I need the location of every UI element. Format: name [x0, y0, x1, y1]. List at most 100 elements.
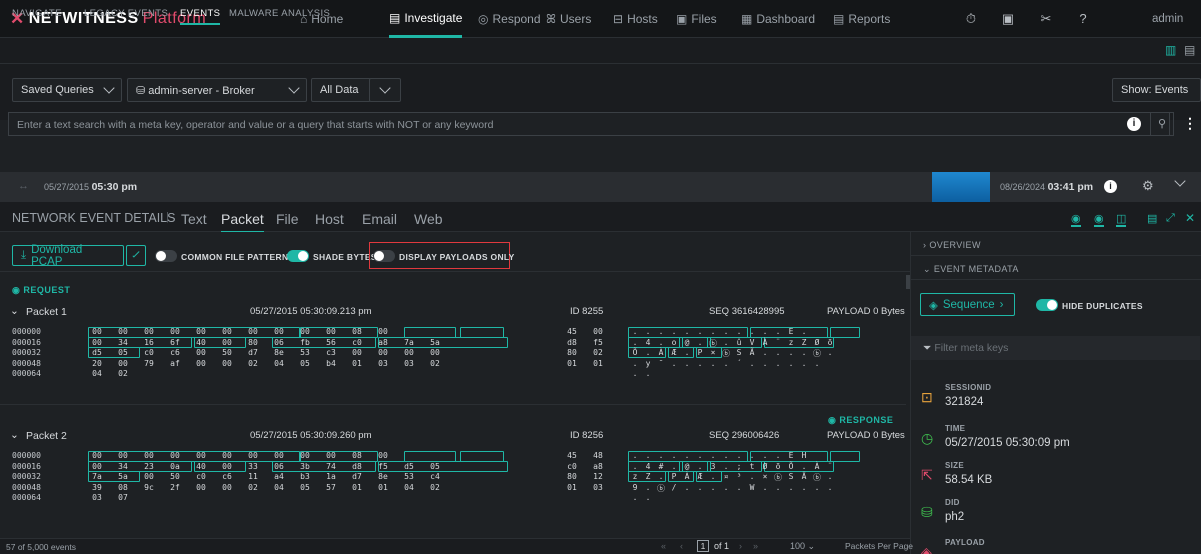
nav-reports[interactable]: ▤ Reports	[833, 0, 890, 38]
ascii-char[interactable]: .	[721, 451, 731, 460]
hex-byte[interactable]: 39	[90, 483, 104, 492]
ascii-char[interactable]: .	[708, 483, 718, 492]
hex-byte[interactable]: 01	[376, 483, 390, 492]
hex-byte[interactable]: 48	[591, 451, 605, 460]
hex-byte[interactable]: 00	[220, 483, 234, 492]
ascii-char[interactable]: .	[799, 348, 809, 357]
ascii-char[interactable]: 4	[643, 338, 653, 347]
hex-byte[interactable]: b4	[324, 359, 338, 368]
hex-byte[interactable]: b3	[298, 472, 312, 481]
settings-gear-icon[interactable]: ⚙	[1142, 178, 1154, 194]
hex-byte[interactable]: 56	[324, 338, 338, 347]
ascii-char[interactable]: ³	[734, 472, 744, 481]
user-menu[interactable]: admin	[1152, 13, 1183, 25]
ascii-char[interactable]: Õ	[630, 348, 640, 357]
hex-byte[interactable]: 02	[428, 359, 442, 368]
ascii-char[interactable]: .	[799, 483, 809, 492]
meta-value[interactable]: 05/27/2015 05:30:09 pm	[945, 437, 1070, 449]
ascii-char[interactable]: ¤	[721, 472, 731, 481]
hex-byte[interactable]: 00	[116, 451, 130, 460]
service-dropdown[interactable]: ⛁ admin-server - Broker	[127, 78, 307, 102]
ascii-char[interactable]: ⓑ	[773, 472, 783, 483]
ascii-char[interactable]: .	[786, 348, 796, 357]
hex-byte[interactable]: af	[168, 359, 182, 368]
subnav-malware-analysis[interactable]: MALWARE ANALYSIS	[229, 8, 330, 19]
next-page-icon[interactable]: ›	[739, 541, 742, 551]
ascii-char[interactable]: .	[721, 483, 731, 492]
hex-byte[interactable]: 03	[591, 483, 605, 492]
nav-hosts[interactable]: ⊟ Hosts	[613, 0, 658, 38]
ascii-char[interactable]: .	[786, 359, 796, 368]
ascii-char[interactable]: Z	[799, 338, 809, 347]
shade-bytes-toggle[interactable]	[287, 250, 309, 262]
display-payloads-only-toggle[interactable]	[373, 250, 395, 262]
hex-byte[interactable]: 2f	[168, 483, 182, 492]
query-search-input[interactable]: Enter a text search with a meta key, ope…	[8, 112, 1170, 136]
hex-byte[interactable]: 5a	[116, 472, 130, 481]
ascii-char[interactable]: ×	[760, 472, 770, 481]
hex-byte[interactable]: d8	[565, 338, 579, 347]
hex-byte[interactable]: 00	[376, 451, 390, 460]
hex-byte[interactable]: 04	[272, 483, 286, 492]
hex-byte[interactable]: c6	[220, 472, 234, 481]
ascii-char[interactable]: û	[734, 338, 744, 347]
time-range-toggle[interactable]	[369, 78, 401, 102]
ascii-char[interactable]: .	[812, 483, 822, 492]
hex-byte[interactable]: 57	[324, 483, 338, 492]
ascii-char[interactable]: .	[630, 369, 640, 378]
hex-byte[interactable]: 00	[272, 451, 286, 460]
hex-byte[interactable]: 00	[220, 327, 234, 336]
hex-byte[interactable]: 00	[298, 327, 312, 336]
first-page-icon[interactable]: «	[661, 541, 666, 551]
ascii-char[interactable]: .	[773, 348, 783, 357]
tab-host[interactable]: Host	[315, 211, 344, 227]
hex-byte[interactable]: a8	[591, 462, 605, 471]
nav-users[interactable]: ꕤ Users	[546, 0, 591, 38]
download-options-dropdown[interactable]	[126, 245, 146, 266]
hex-byte[interactable]: 07	[116, 493, 130, 502]
hex-byte[interactable]: c0	[142, 348, 156, 357]
ascii-char[interactable]: .	[799, 359, 809, 368]
hex-byte[interactable]: f5	[591, 338, 605, 347]
subnav-navigate[interactable]: NAVIGATE	[12, 8, 62, 19]
hex-byte[interactable]: 00	[591, 327, 605, 336]
ascii-char[interactable]: Z	[643, 472, 653, 481]
ascii-char[interactable]: À	[656, 348, 666, 357]
hex-byte[interactable]: 00	[350, 348, 364, 357]
ascii-char[interactable]: V	[747, 338, 757, 347]
hex-byte[interactable]: 00	[142, 451, 156, 460]
hex-byte[interactable]: 02	[428, 483, 442, 492]
hex-byte[interactable]: c6	[168, 348, 182, 357]
nav-dashboard[interactable]: ▦ Dashboard	[741, 0, 815, 38]
ascii-char[interactable]: .	[682, 483, 692, 492]
ascii-char[interactable]: .	[708, 359, 718, 368]
more-options-icon[interactable]: ⋮	[1183, 115, 1197, 132]
hex-byte[interactable]: 50	[168, 472, 182, 481]
hex-byte[interactable]: 00	[194, 359, 208, 368]
tab-packet[interactable]: Packet	[221, 211, 264, 233]
ascii-char[interactable]: .	[773, 359, 783, 368]
ascii-char[interactable]: .	[656, 472, 666, 481]
ascii-char[interactable]: .	[773, 327, 783, 336]
ascii-char[interactable]: H	[799, 451, 809, 460]
ascii-char[interactable]: .	[734, 451, 744, 460]
ascii-char[interactable]: @	[682, 462, 692, 471]
download-pcap-button[interactable]: ⤓ Download PCAP	[12, 244, 124, 268]
hex-byte[interactable]: 00	[116, 327, 130, 336]
hex-byte[interactable]: c3	[324, 348, 338, 357]
hex-byte[interactable]: 53	[298, 348, 312, 357]
expand-icon[interactable]: ⤢	[1166, 212, 1175, 225]
ascii-char[interactable]: .	[695, 451, 705, 460]
hex-byte[interactable]: a4	[272, 472, 286, 481]
ascii-char[interactable]: E	[786, 327, 796, 336]
hex-byte[interactable]: 20	[90, 359, 104, 368]
nav-investigate[interactable]: ▤ Investigate	[389, 0, 463, 38]
hex-byte[interactable]: 00	[402, 348, 416, 357]
hex-byte[interactable]: 00	[142, 472, 156, 481]
hide-duplicates-toggle[interactable]	[1036, 299, 1058, 311]
saved-queries-dropdown[interactable]: Saved Queries	[12, 78, 122, 102]
hex-byte[interactable]: 08	[116, 483, 130, 492]
response-view-icon[interactable]: ◉	[1094, 212, 1104, 227]
packet-header[interactable]: ⌄ Packet 2 05/27/2015 05:30:09.260 pm ID 82…	[0, 427, 906, 447]
hex-byte[interactable]: 00	[272, 327, 286, 336]
